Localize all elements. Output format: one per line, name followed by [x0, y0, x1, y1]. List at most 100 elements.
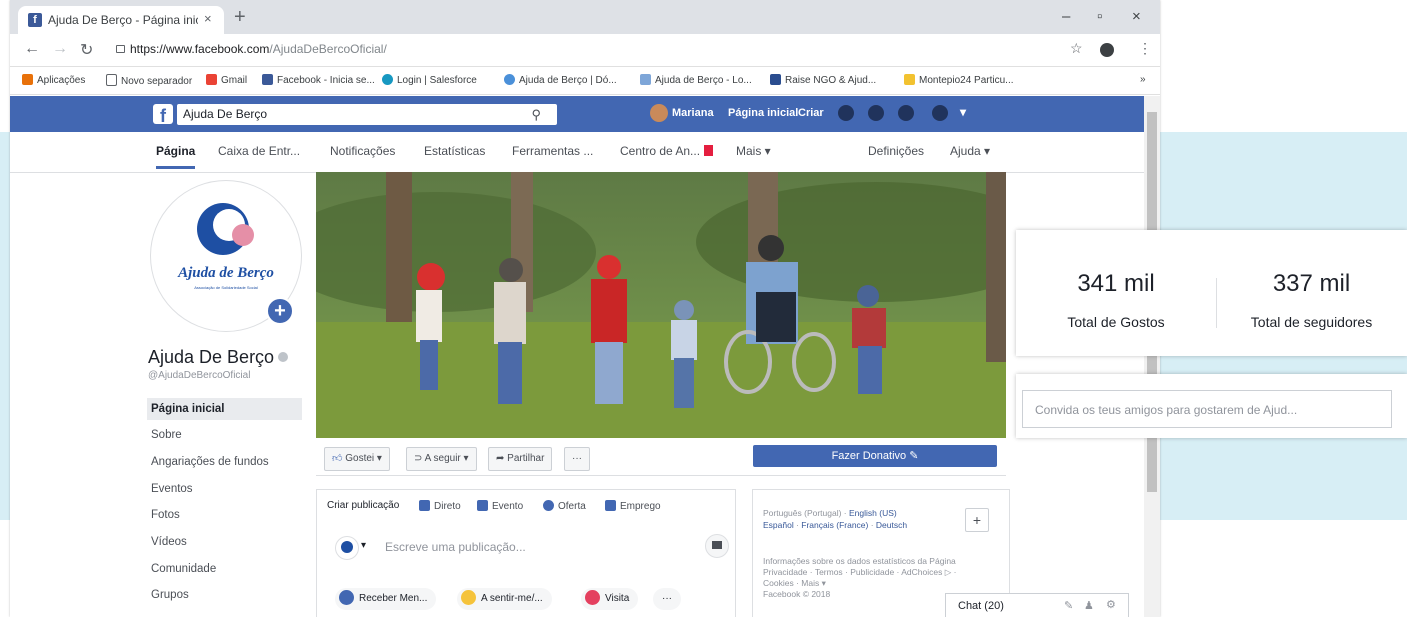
composer-input[interactable]: Escreve uma publicação...: [385, 540, 526, 554]
page-handle[interactable]: @AjudaDeBercoOficial: [148, 370, 250, 381]
tab-page[interactable]: Página: [156, 144, 196, 169]
bookmark-item[interactable]: Facebook - Inicia se...: [262, 74, 375, 86]
bookmark-item[interactable]: Aplicações: [22, 74, 85, 86]
bookmark-item[interactable]: Ajuda de Berço | Dó...: [504, 74, 617, 86]
composer-tab-create-post[interactable]: Criar publicação: [327, 500, 399, 511]
page-avatar-small[interactable]: [335, 536, 359, 560]
tab-label: Evento: [492, 501, 524, 512]
bookmark-item[interactable]: Ajuda de Berço - Lo...: [640, 74, 752, 86]
sidebar-item-fundraisers[interactable]: Angariações de fundos: [147, 451, 302, 473]
browser-tab[interactable]: f Ajuda De Berço - Página inicial ×: [18, 6, 224, 34]
donate-button[interactable]: Fazer Donativo ✎: [753, 445, 997, 467]
tab-tools[interactable]: Ferramentas ...: [512, 144, 593, 158]
tab-settings[interactable]: Definições: [868, 144, 924, 158]
bookmark-label: Novo separador: [121, 76, 193, 87]
friend-requests-icon[interactable]: [838, 105, 854, 121]
close-tab-icon[interactable]: ×: [204, 11, 212, 26]
tab-label: Emprego: [620, 501, 661, 512]
bookmark-item[interactable]: Novo separador: [106, 74, 192, 87]
back-arrow-icon[interactable]: ←: [24, 40, 40, 58]
add-language-button[interactable]: +: [965, 508, 989, 532]
tab-insights[interactable]: Estatísticas: [424, 144, 485, 158]
like-page-button[interactable]: 👍︎ Gostei ▾: [324, 447, 390, 471]
maximize-button[interactable]: ▫: [1097, 8, 1102, 25]
tab-notifications[interactable]: Notificações: [330, 144, 395, 158]
footer-line[interactable]: Cookies · Mais ▾: [763, 578, 826, 589]
facebook-top-bar: f Ajuda De Berço ⚲ Mariana Página inicial…: [10, 96, 1144, 132]
page-icon: [106, 74, 117, 86]
chat-settings-gear-icon[interactable]: ⚙: [1106, 598, 1116, 611]
language-link[interactable]: English (US): [849, 508, 897, 518]
help-icon[interactable]: [932, 105, 948, 121]
add-photo-icon[interactable]: [705, 534, 729, 558]
sidebar-item-about[interactable]: Sobre: [147, 424, 302, 446]
profile-avatar-icon[interactable]: [1100, 43, 1114, 57]
calendar-icon: [477, 500, 488, 511]
profile-link[interactable]: Mariana: [672, 107, 714, 119]
facebook-logo-icon[interactable]: f: [153, 104, 173, 126]
group-chat-icon[interactable]: ♟: [1084, 599, 1094, 612]
add-photo-button[interactable]: +: [266, 297, 294, 325]
language-link[interactable]: Deutsch: [876, 520, 907, 530]
pill-messenger[interactable]: Receber Men...: [335, 588, 437, 610]
composer-tab-event[interactable]: Evento: [477, 500, 523, 512]
cover-photo[interactable]: [316, 172, 1006, 438]
language-link[interactable]: Français (France): [801, 520, 868, 530]
share-page-button[interactable]: ➦ Partilhar: [488, 447, 553, 471]
avatar[interactable]: [650, 104, 668, 122]
logo-subtitle: Associação de Solidariedade Social: [194, 285, 258, 290]
followers-label: Total de seguidores: [1250, 314, 1373, 330]
forward-arrow-icon[interactable]: →: [52, 40, 68, 58]
sidebar-item-groups[interactable]: Grupos: [147, 584, 302, 606]
language-link[interactable]: Español: [763, 520, 794, 530]
pill-feeling[interactable]: A sentir-me/...: [457, 588, 552, 610]
pill-more[interactable]: ···: [653, 588, 681, 610]
language-link[interactable]: Português (Portugal): [763, 508, 841, 518]
footer-line[interactable]: Informações sobre os dados estatísticos …: [763, 556, 956, 567]
notifications-bell-icon[interactable]: [898, 105, 914, 121]
more-actions-button[interactable]: ···: [564, 447, 590, 471]
chat-bar[interactable]: Chat (20) ✎ ♟ ⚙: [945, 593, 1129, 617]
bookmark-item[interactable]: Raise NGO & Ajud...: [770, 74, 876, 86]
follow-page-button[interactable]: ⊃ A seguir ▾: [406, 447, 477, 471]
browser-menu-icon[interactable]: ⋮: [1138, 40, 1152, 57]
posting-as-chevron-icon[interactable]: ▾: [361, 540, 366, 551]
bookmark-item[interactable]: Login | Salesforce: [382, 74, 477, 86]
invite-friends-input[interactable]: Convida os teus amigos para gostarem de …: [1022, 390, 1392, 428]
create-link[interactable]: Criar: [798, 107, 824, 119]
search-icon[interactable]: ⚲: [531, 104, 541, 125]
search-input[interactable]: Ajuda De Berço ⚲: [177, 104, 557, 125]
facebook-icon: [262, 74, 273, 85]
sidebar-item-home[interactable]: Página inicial: [147, 398, 302, 420]
tab-help[interactable]: Ajuda ▾: [950, 144, 990, 158]
sidebar-item-photos[interactable]: Fotos: [147, 504, 302, 526]
tab-inbox[interactable]: Caixa de Entr...: [218, 144, 300, 158]
ajuda-de-berco-icon: [504, 74, 515, 85]
new-message-icon[interactable]: ✎: [1064, 599, 1073, 612]
messenger-icon[interactable]: [868, 105, 884, 121]
sidebar-item-community[interactable]: Comunidade: [147, 558, 302, 580]
pill-checkin[interactable]: Visita: [581, 588, 639, 610]
bookmark-item[interactable]: Montepio24 Particu...: [904, 74, 1014, 86]
new-tab-button[interactable]: +: [234, 6, 246, 29]
star-bookmark-icon[interactable]: ☆: [1070, 40, 1083, 57]
bookmark-item[interactable]: Gmail: [206, 74, 247, 86]
composer-tab-job[interactable]: Emprego: [605, 500, 661, 512]
bookmarks-overflow-icon[interactable]: »: [1140, 74, 1146, 85]
share-arrow-icon: ➦: [496, 453, 508, 464]
sidebar-item-videos[interactable]: Vídeos: [147, 531, 302, 553]
address-bar[interactable]: https://www.facebook.com/AjudaDeBercoOfi…: [130, 42, 387, 56]
tab-ad-center[interactable]: Centro de An...: [620, 144, 714, 158]
composer-tab-live[interactable]: Direto: [419, 500, 461, 512]
raise-icon: [770, 74, 781, 85]
composer-tab-offer[interactable]: Oferta: [543, 500, 586, 512]
offer-tag-icon: [543, 500, 554, 511]
tab-more[interactable]: Mais ▾: [736, 144, 771, 158]
home-link[interactable]: Página inicial: [728, 107, 798, 119]
sidebar-item-events[interactable]: Eventos: [147, 478, 302, 500]
reload-icon[interactable]: ↻: [80, 40, 93, 60]
close-window-button[interactable]: ×: [1132, 8, 1141, 25]
minimize-button[interactable]: –: [1062, 8, 1070, 25]
account-menu-chevron-icon[interactable]: ▾: [960, 105, 966, 119]
footer-line[interactable]: Privacidade · Termos · Publicidade · AdC…: [763, 567, 956, 578]
